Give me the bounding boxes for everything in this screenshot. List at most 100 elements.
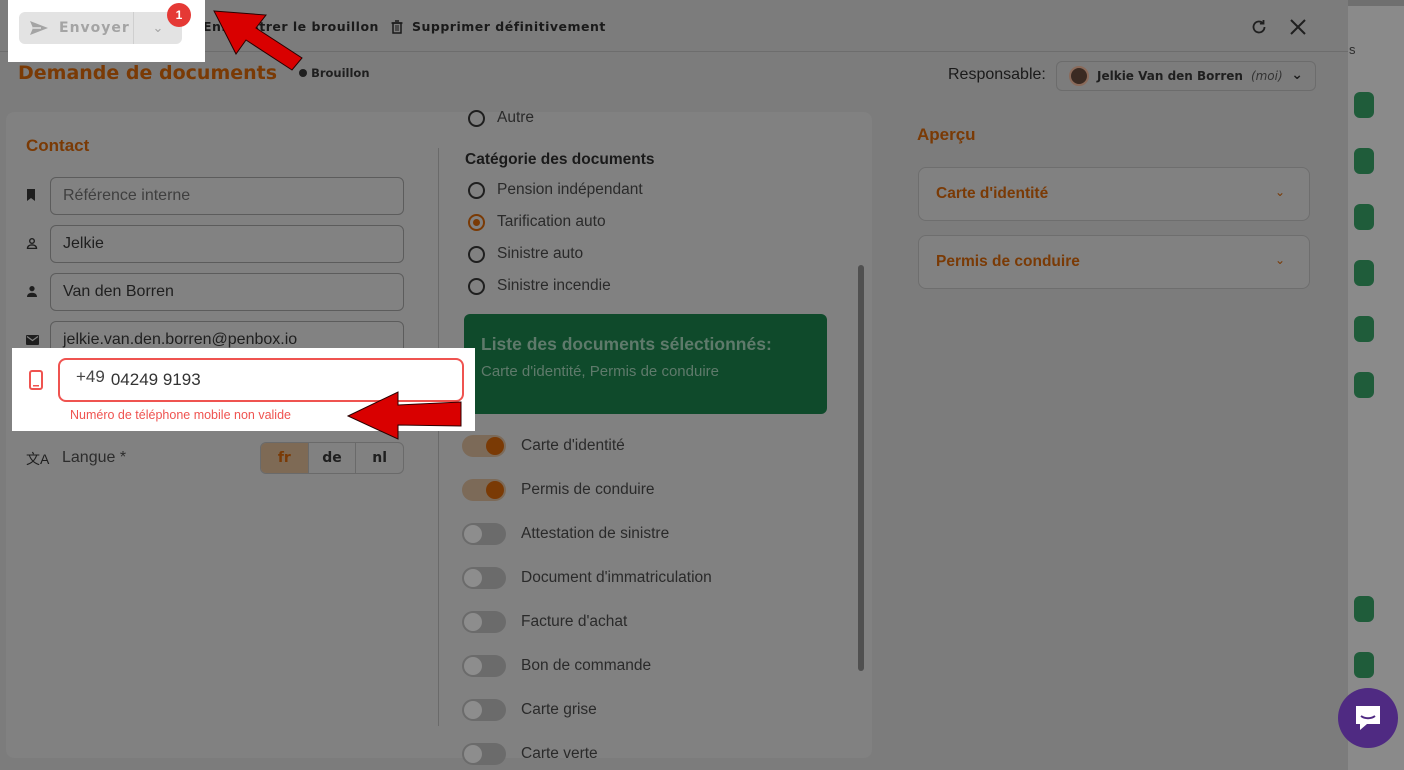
- radio-sinistre-incendie[interactable]: Sinistre incendie: [468, 277, 611, 295]
- first-name-input[interactable]: Jelkie: [50, 225, 404, 263]
- toggle-row[interactable]: Permis de conduire: [462, 479, 655, 501]
- background-app: s: [1348, 0, 1404, 770]
- radio-circle: [468, 109, 485, 127]
- error-count-badge: 1: [167, 3, 191, 27]
- toggle-row[interactable]: Carte grise: [462, 699, 597, 721]
- close-icon[interactable]: [1285, 14, 1311, 40]
- selected-documents-box: Liste des documents sélectionnés: Carte …: [464, 314, 827, 414]
- delete-button[interactable]: Supprimer définitivement: [390, 19, 606, 34]
- person-icon: [26, 285, 50, 300]
- language-label: Langue *: [62, 449, 127, 466]
- scrollbar[interactable]: [858, 265, 864, 671]
- background-status-pill: [1354, 372, 1374, 398]
- selected-documents-title: Liste des documents sélectionnés:: [481, 334, 772, 354]
- send-main[interactable]: Envoyer: [19, 12, 134, 44]
- toggle-switch[interactable]: [462, 435, 506, 457]
- phone-error-message: Numéro de téléphone mobile non valide: [70, 408, 291, 422]
- toggle-row[interactable]: Attestation de sinistre: [462, 523, 669, 545]
- radio-pension[interactable]: Pension indépendant: [468, 181, 643, 199]
- background-status-pill: [1354, 92, 1374, 118]
- background-status-pill: [1354, 148, 1374, 174]
- responsible-select[interactable]: Jelkie Van den Borren (moi) ⌄: [1056, 61, 1316, 91]
- reference-input[interactable]: Référence interne: [50, 177, 404, 215]
- send-button[interactable]: Envoyer ⌄: [19, 12, 182, 44]
- category-title: Catégorie des documents: [465, 151, 655, 168]
- first-name-field-row: Jelkie: [26, 225, 404, 263]
- language-option-de[interactable]: de: [309, 443, 357, 473]
- toggle-row[interactable]: Bon de commande: [462, 655, 651, 677]
- title-row: Demande de documents Brouillon: [18, 62, 370, 84]
- radio-sinistre-auto[interactable]: Sinistre auto: [468, 245, 583, 263]
- background-divider: [1348, 0, 1404, 6]
- toggle-switch[interactable]: [462, 699, 506, 721]
- background-text: s: [1349, 42, 1356, 57]
- background-status-pill: [1354, 596, 1374, 622]
- chevron-down-icon: ⌄: [1274, 185, 1285, 199]
- last-name-input[interactable]: Van den Borren: [50, 273, 404, 311]
- phone-country-code[interactable]: +49: [76, 367, 105, 387]
- radio-other[interactable]: Autre: [468, 109, 534, 127]
- radio-label: Sinistre auto: [497, 245, 584, 262]
- toggle-switch[interactable]: [462, 655, 506, 677]
- toggle-switch[interactable]: [462, 567, 506, 589]
- radio-circle: [468, 277, 485, 295]
- mobile-phone-icon: [29, 370, 43, 390]
- language-row: 文A Langue * fr de nl: [26, 442, 404, 474]
- selected-documents-list: Carte d'identité, Permis de conduire: [481, 363, 719, 380]
- last-name-field-row: Van den Borren: [26, 273, 404, 311]
- accordion-title: Permis de conduire: [936, 253, 1080, 270]
- accordion-title: Carte d'identité: [936, 185, 1049, 202]
- preview-accordion-item[interactable]: Permis de conduire ⌄: [918, 235, 1310, 289]
- chat-bubble-icon: [1356, 706, 1380, 730]
- toggle-switch[interactable]: [462, 611, 506, 633]
- toggle-switch[interactable]: [462, 743, 506, 765]
- language-option-fr[interactable]: fr: [261, 443, 309, 473]
- background-status-pill: [1354, 652, 1374, 678]
- toggle-label: Carte verte: [521, 745, 598, 762]
- refresh-icon[interactable]: [1246, 14, 1272, 40]
- chevron-down-icon: ⌄: [1274, 253, 1285, 267]
- toggle-row[interactable]: Facture d'achat: [462, 611, 627, 633]
- radio-circle: [468, 181, 485, 199]
- preview-accordion-item[interactable]: Carte d'identité ⌄: [918, 167, 1310, 221]
- language-selector: fr de nl: [260, 442, 404, 474]
- mail-icon: [26, 333, 50, 348]
- bookmark-icon: [26, 188, 50, 204]
- toggle-switch[interactable]: [462, 523, 506, 545]
- radio-label: Sinistre incendie: [497, 277, 611, 294]
- responsible-label: Responsable:: [948, 66, 1046, 83]
- toggle-row[interactable]: Document d'immatriculation: [462, 567, 712, 589]
- chevron-down-icon: ⌄: [1291, 67, 1303, 83]
- send-highlight: Envoyer ⌄ 1: [8, 0, 205, 62]
- radio-circle-checked: [468, 213, 485, 231]
- send-icon: [30, 21, 48, 35]
- radio-label: Autre: [497, 109, 535, 126]
- toggle-row[interactable]: Carte d'identité: [462, 435, 625, 457]
- reference-field-row: Référence interne: [26, 177, 404, 215]
- trash-icon: [391, 19, 403, 34]
- radio-label: Pension indépendant: [497, 181, 643, 198]
- person-outline-icon: [26, 237, 50, 252]
- radio-label: Tarification auto: [497, 213, 606, 230]
- toggle-label: Facture d'achat: [521, 613, 628, 630]
- toggle-switch[interactable]: [462, 479, 506, 501]
- background-status-pill: [1354, 204, 1374, 230]
- chat-widget-button[interactable]: [1338, 688, 1398, 748]
- phone-number: 04249 9193: [110, 370, 201, 389]
- preview-section-title: Aperçu: [917, 125, 976, 144]
- translate-icon: 文A: [26, 451, 50, 467]
- background-status-pill: [1354, 316, 1374, 342]
- toggle-label: Bon de commande: [521, 657, 652, 674]
- radio-circle: [468, 245, 485, 263]
- responsible-suffix: (moi): [1250, 69, 1283, 83]
- responsible-name: Jelkie Van den Borren: [1097, 69, 1243, 83]
- status-badge: Brouillon: [299, 66, 370, 80]
- annotation-arrow-icon: [346, 391, 462, 440]
- annotation-arrow-icon: [213, 10, 303, 71]
- radio-tarification[interactable]: Tarification auto: [468, 213, 606, 231]
- toggle-row[interactable]: Carte verte: [462, 743, 598, 765]
- language-option-nl[interactable]: nl: [356, 443, 403, 473]
- delete-label: Supprimer définitivement: [412, 19, 606, 34]
- toggle-label: Document d'immatriculation: [521, 569, 712, 586]
- status-label: Brouillon: [311, 66, 370, 80]
